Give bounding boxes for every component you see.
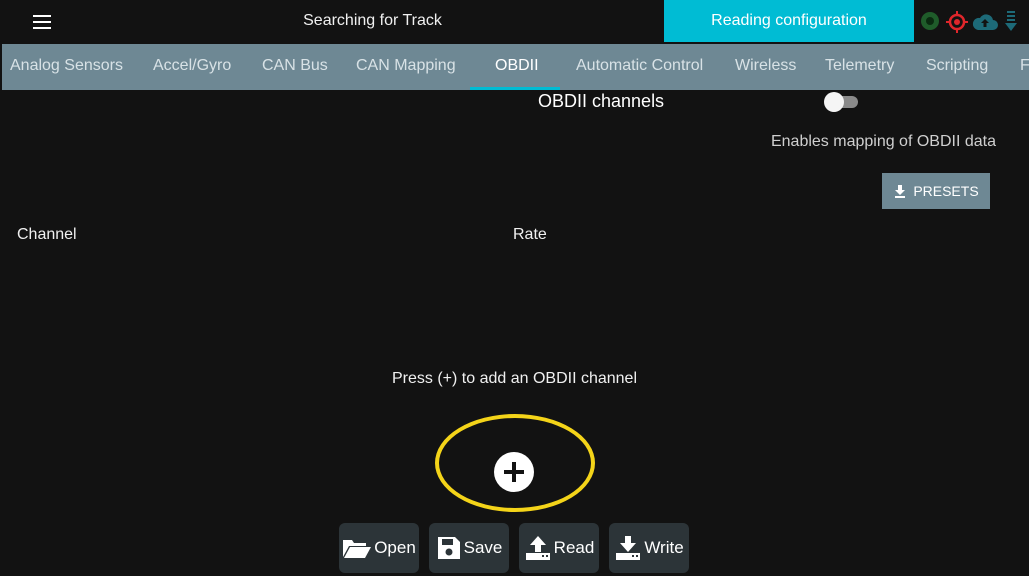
cloud-upload-icon	[972, 14, 998, 30]
tab-partial[interactable]: F	[1020, 44, 1029, 90]
section-title: OBDII channels	[538, 91, 665, 111]
column-header-rate: Rate	[513, 226, 547, 243]
tab-analog-sensors[interactable]: Analog Sensors	[10, 44, 123, 90]
tab-scripting[interactable]: Scripting	[926, 44, 988, 90]
read-label: Read	[553, 538, 595, 557]
floppy-disk-icon	[437, 537, 460, 559]
empty-state-message: Press (+) to add an OBDII channel	[391, 370, 637, 387]
menu-icon[interactable]	[26, 10, 58, 34]
enable-description: Enables mapping of OBDII data	[770, 133, 996, 150]
tab-telemetry[interactable]: Telemetry	[825, 44, 894, 90]
status-icons	[914, 0, 1029, 42]
download-icon	[895, 185, 906, 198]
tab-bar: Analog Sensors Accel/Gyro CAN Bus CAN Ma…	[2, 44, 1029, 90]
open-label: Open	[374, 538, 416, 557]
gps-dot-icon	[921, 12, 939, 30]
app-header: Searching for Track Reading configuratio…	[0, 0, 1029, 44]
folder-open-icon	[343, 540, 372, 558]
save-label: Save	[463, 538, 503, 557]
presets-button[interactable]: PRESETS	[882, 173, 990, 209]
upload-tray-icon	[525, 536, 550, 560]
add-channel-button[interactable]	[494, 452, 534, 492]
active-tab-indicator	[470, 87, 560, 90]
write-label: Write	[644, 538, 684, 557]
read-button[interactable]: Read	[519, 523, 599, 573]
tab-wireless[interactable]: Wireless	[735, 44, 796, 90]
tab-accel-gyro[interactable]: Accel/Gyro	[153, 44, 231, 90]
obdii-enable-toggle[interactable]	[822, 91, 860, 113]
write-button[interactable]: Write	[609, 523, 689, 573]
save-button[interactable]: Save	[429, 523, 509, 573]
target-icon	[946, 11, 968, 33]
track-status: Searching for Track	[303, 12, 442, 29]
open-button[interactable]: Open	[339, 523, 419, 573]
tab-automatic-control[interactable]: Automatic Control	[576, 44, 703, 90]
download-tray-icon	[616, 536, 641, 560]
download-arrow-icon	[1005, 11, 1017, 31]
config-status-banner: Reading configuration	[664, 0, 914, 42]
column-header-channel: Channel	[17, 226, 77, 243]
tab-can-mapping[interactable]: CAN Mapping	[356, 44, 456, 90]
tab-obdii[interactable]: OBDII	[495, 44, 539, 90]
toggle-knob	[824, 92, 844, 112]
tab-can-bus[interactable]: CAN Bus	[262, 44, 328, 90]
presets-label: PRESETS	[913, 183, 979, 199]
